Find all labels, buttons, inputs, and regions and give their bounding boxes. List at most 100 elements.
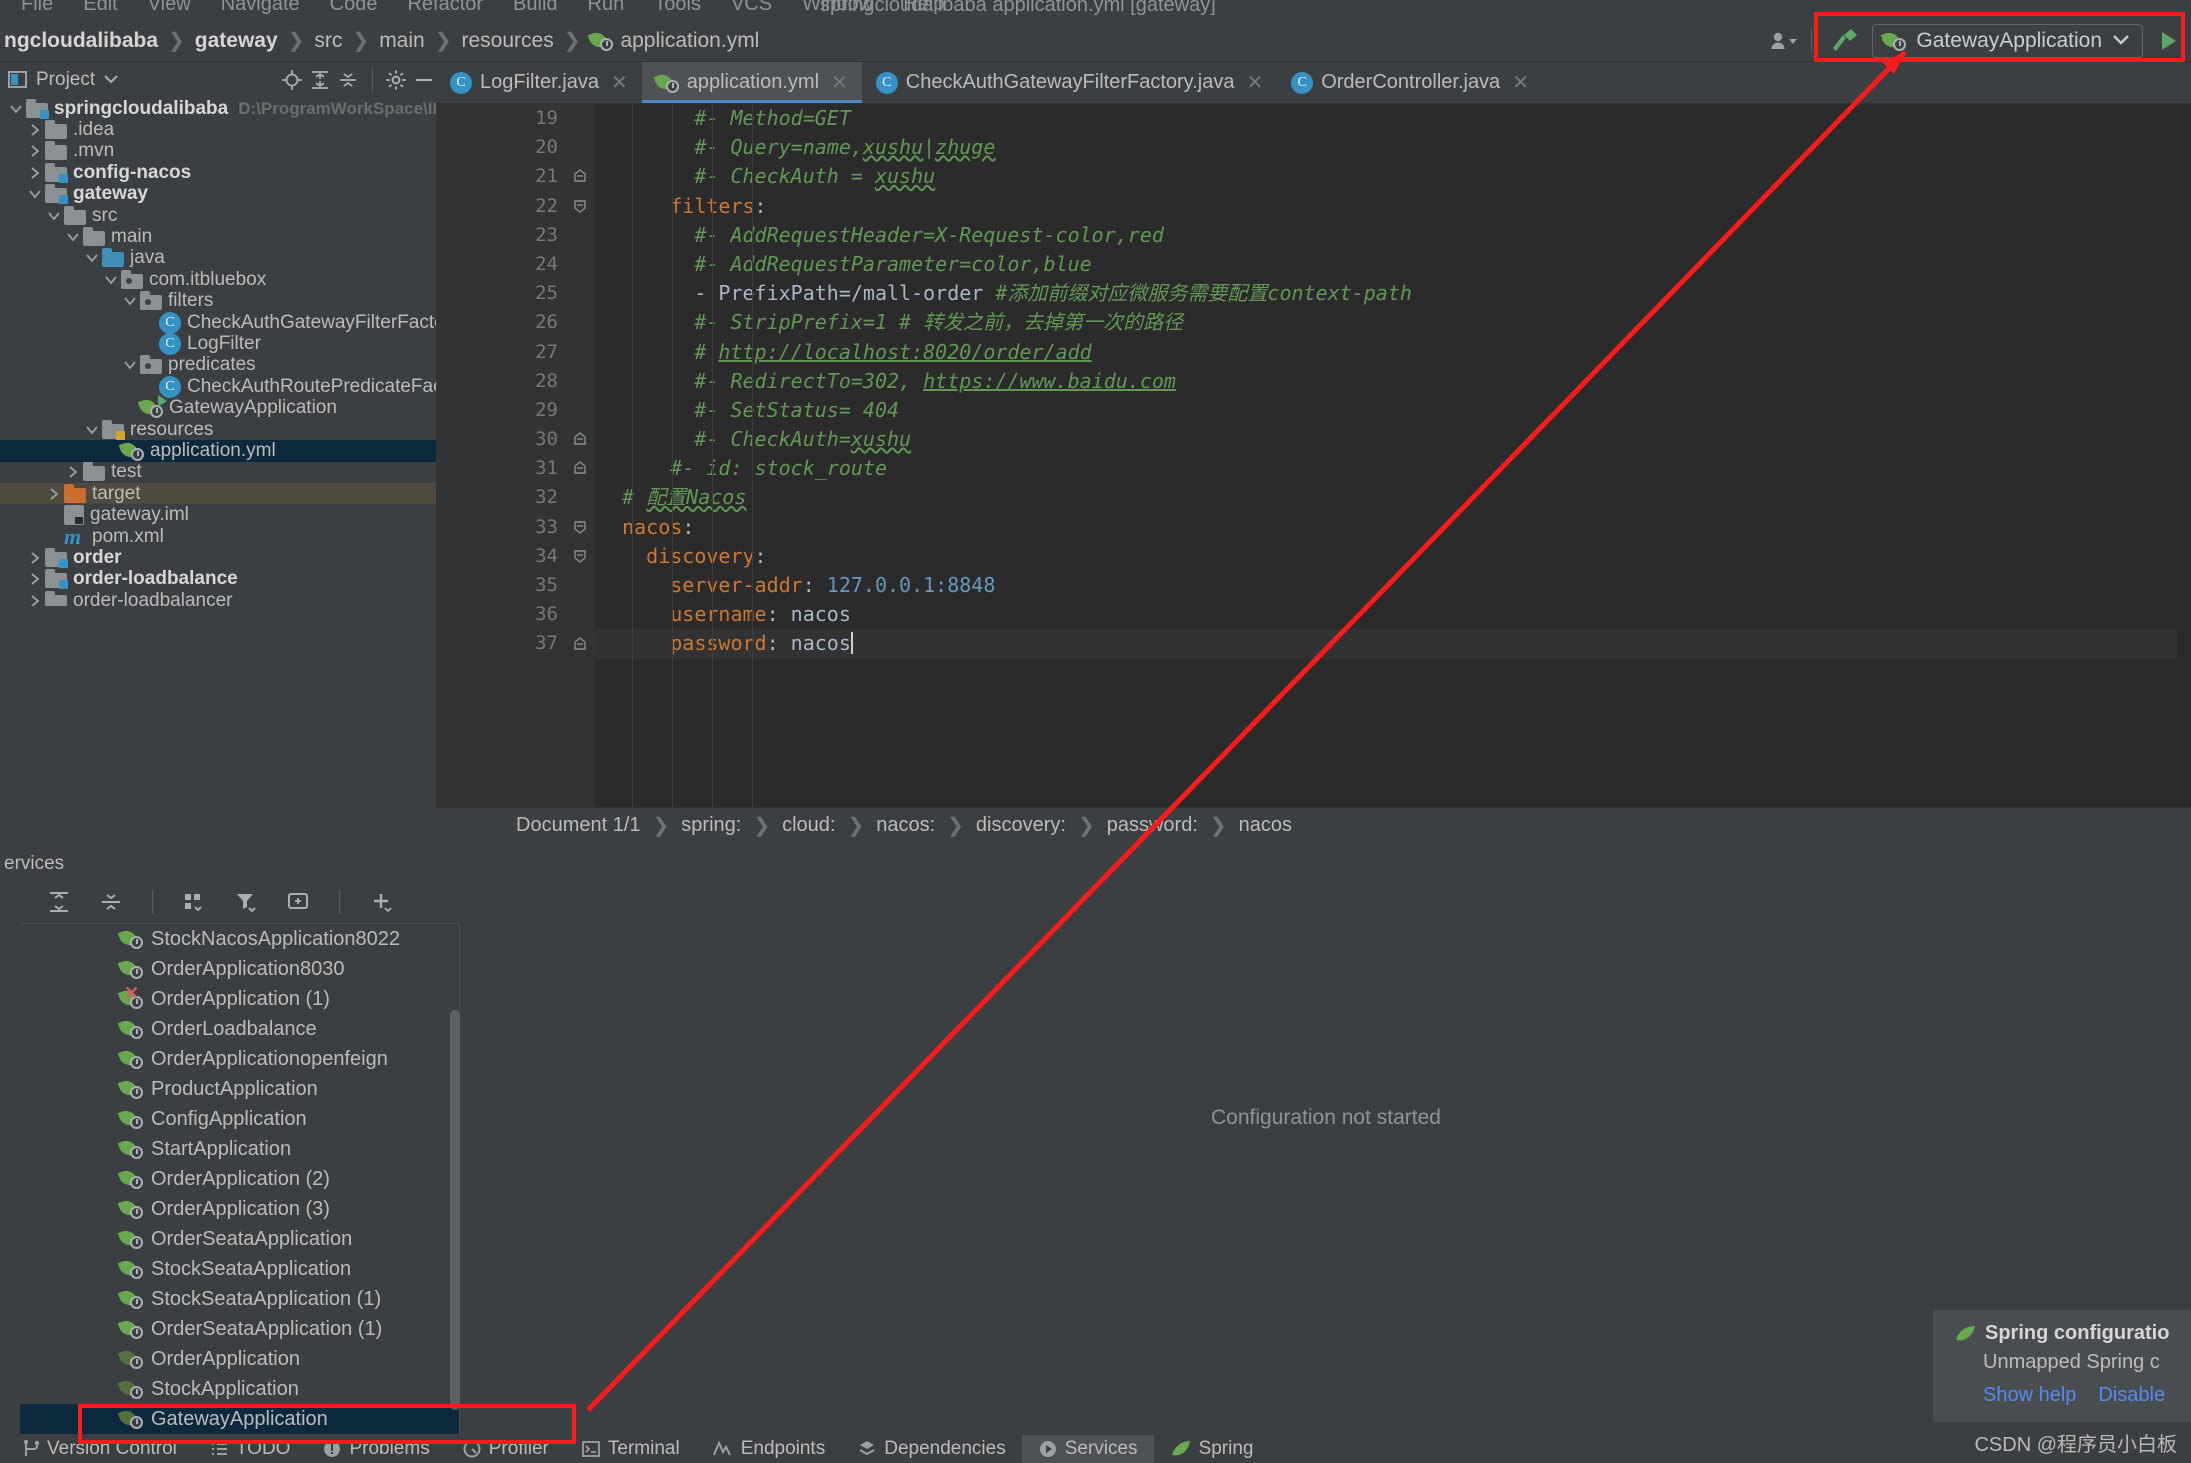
code-line[interactable]: #- Method=GET bbox=[594, 104, 2191, 133]
menu-item-vcs[interactable]: VCS bbox=[716, 0, 787, 14]
hide-panel-icon[interactable] bbox=[412, 64, 436, 96]
locate-icon[interactable] bbox=[280, 64, 304, 96]
settings-gear-icon[interactable] bbox=[384, 64, 408, 96]
chevron-down-icon[interactable] bbox=[120, 291, 140, 311]
fold-collapse-icon[interactable] bbox=[572, 548, 590, 566]
code-line[interactable]: #- RedirectTo=302, https://www.baidu.com bbox=[594, 367, 2191, 396]
chevron-right-icon[interactable] bbox=[44, 484, 64, 504]
service-item-stockapplication[interactable]: StockApplication bbox=[20, 1374, 459, 1404]
chevron-right-icon[interactable] bbox=[25, 569, 45, 589]
editor-tab-application-yml[interactable]: application.yml ✕ bbox=[641, 62, 862, 103]
fold-end-icon[interactable] bbox=[572, 636, 590, 654]
code-line[interactable]: server-addr: 127.0.0.1:8848 bbox=[594, 571, 2191, 600]
editor-breadcrumb[interactable]: Document 1/1 ❯ spring: ❯ cloud: ❯ nacos: ❯ disco… bbox=[436, 807, 2191, 843]
disable-link[interactable]: Disable bbox=[2098, 1384, 2165, 1407]
tree-item-test[interactable]: test bbox=[0, 461, 436, 483]
service-item-orderapplication8030[interactable]: OrderApplication8030 bbox=[20, 954, 459, 984]
project-tree[interactable]: springcloudalibaba D:\ProgramWorkSpace\ID… bbox=[0, 98, 436, 606]
code-line[interactable]: nacos: bbox=[594, 513, 2191, 542]
fold-end-icon[interactable] bbox=[572, 168, 590, 186]
editor-breadcrumb-item[interactable]: nacos bbox=[1239, 814, 1292, 837]
chevron-right-icon[interactable] bbox=[25, 548, 45, 568]
services-scrollbar[interactable] bbox=[450, 1010, 460, 1410]
editor-breadcrumb-item[interactable]: password: bbox=[1107, 814, 1198, 837]
menu-item-build[interactable]: Build bbox=[498, 0, 572, 14]
tree-item-gatewayapplication[interactable]: GatewayApplication bbox=[0, 395, 436, 418]
menu-item-view[interactable]: View bbox=[133, 0, 206, 14]
editor-tab-logfilter-java[interactable]: C LogFilter.java ✕ bbox=[436, 62, 642, 103]
tree-item-config-nacos[interactable]: config-nacos bbox=[0, 162, 436, 183]
build-hammer-icon[interactable] bbox=[1826, 25, 1864, 57]
service-item-productapplication[interactable]: ProductApplication bbox=[20, 1074, 459, 1104]
service-item-stockseataapplication[interactable]: StockSeataApplication bbox=[20, 1254, 459, 1284]
code-line[interactable]: # 配置Nacos bbox=[594, 483, 2191, 512]
close-icon[interactable]: ✕ bbox=[831, 70, 848, 95]
breadcrumb-project[interactable]: ngcloudalibaba bbox=[4, 29, 158, 53]
chevron-down-icon[interactable] bbox=[103, 71, 119, 89]
menu-item-navigate[interactable]: Navigate bbox=[206, 0, 315, 14]
service-item-startapplication[interactable]: StartApplication bbox=[20, 1134, 459, 1164]
tree-item-application-yml[interactable]: application.yml bbox=[0, 439, 436, 462]
editor-breadcrumb-item[interactable]: nacos: bbox=[876, 814, 935, 837]
statusbar-tab-terminal[interactable]: Terminal bbox=[565, 1435, 696, 1463]
breadcrumb-main[interactable]: main bbox=[379, 29, 425, 53]
chevron-right-icon[interactable] bbox=[25, 591, 45, 606]
close-icon[interactable]: ✕ bbox=[611, 70, 628, 95]
editor-breadcrumb-item[interactable]: Document 1/1 bbox=[516, 814, 641, 837]
menu-item-run[interactable]: Run bbox=[573, 0, 640, 14]
run-play-icon[interactable] bbox=[2149, 25, 2187, 57]
service-item-stockseataapplication-1-[interactable]: StockSeataApplication (1) bbox=[20, 1284, 459, 1314]
tree-item-logfilter[interactable]: C LogFilter bbox=[0, 333, 436, 355]
service-item-configapplication[interactable]: ConfigApplication bbox=[20, 1104, 459, 1134]
add-frame-icon[interactable] bbox=[279, 886, 317, 918]
chevron-down-icon[interactable] bbox=[82, 248, 102, 268]
fold-end-icon[interactable] bbox=[572, 431, 590, 449]
code-line[interactable]: #- AddRequestParameter=color,blue bbox=[594, 250, 2191, 279]
code-line[interactable]: #- Query=name,xushu|zhuge bbox=[594, 133, 2191, 162]
menu-item-refactor[interactable]: Refactor bbox=[392, 0, 498, 14]
chevron-down-icon[interactable] bbox=[25, 184, 45, 204]
code-line[interactable]: username: nacos bbox=[594, 600, 2191, 629]
editor-tab-ordercontroller-java[interactable]: C OrderController.java ✕ bbox=[1277, 62, 1543, 103]
statusbar-tab-dependencies[interactable]: Dependencies bbox=[841, 1435, 1021, 1463]
code-line[interactable]: filters: bbox=[594, 192, 2191, 221]
show-help-link[interactable]: Show help bbox=[1983, 1384, 2076, 1407]
menu-item-tools[interactable]: Tools bbox=[639, 0, 716, 14]
service-item-orderapplicationopenfeign[interactable]: OrderApplicationopenfeign bbox=[20, 1044, 459, 1074]
chevron-right-icon[interactable] bbox=[25, 163, 45, 183]
tree-item-filters[interactable]: filters bbox=[0, 290, 436, 312]
chevron-down-icon[interactable] bbox=[63, 227, 83, 247]
chevron-down-icon[interactable] bbox=[44, 206, 64, 226]
tree-item-order-loadbalancer[interactable]: order-loadbalancer bbox=[0, 590, 436, 606]
tree-item-src[interactable]: src bbox=[0, 205, 436, 226]
filter-icon[interactable] bbox=[227, 886, 265, 918]
code-line[interactable]: #- SetStatus= 404 bbox=[594, 396, 2191, 425]
collapse-all-icon[interactable] bbox=[336, 64, 360, 96]
run-config-selector[interactable]: GatewayApplication bbox=[1872, 24, 2143, 58]
code-line[interactable]: discovery: bbox=[594, 542, 2191, 571]
service-item-gatewayapplication[interactable]: GatewayApplication bbox=[20, 1404, 459, 1434]
chevron-right-icon[interactable] bbox=[63, 462, 83, 482]
chevron-down-icon[interactable] bbox=[120, 355, 140, 375]
code-line[interactable]: #- CheckAuth=xushu bbox=[594, 425, 2191, 454]
editor-breadcrumb-item[interactable]: spring: bbox=[681, 814, 741, 837]
group-icon[interactable] bbox=[175, 886, 213, 918]
expand-all-icon[interactable] bbox=[40, 886, 78, 918]
close-icon[interactable]: ✕ bbox=[1246, 70, 1263, 95]
breadcrumb-resources[interactable]: resources bbox=[461, 29, 553, 53]
status-bar[interactable]: Version Control TODO Problems Profiler Termi… bbox=[0, 1435, 2191, 1463]
statusbar-tab-todo[interactable]: TODO bbox=[193, 1435, 307, 1463]
user-profile-icon[interactable] bbox=[1765, 25, 1803, 57]
tree-item-springcloudalibaba[interactable]: springcloudalibaba D:\ProgramWorkSpace\ID… bbox=[0, 98, 436, 119]
code-line[interactable]: #- AddRequestHeader=X-Request-color,red bbox=[594, 221, 2191, 250]
expand-all-icon[interactable] bbox=[308, 64, 332, 96]
service-item-orderloadbalance[interactable]: OrderLoadbalance bbox=[20, 1014, 459, 1044]
service-item-orderapplication-3-[interactable]: OrderApplication (3) bbox=[20, 1194, 459, 1224]
fold-end-icon[interactable] bbox=[572, 460, 590, 478]
menu-item-edit[interactable]: Edit bbox=[68, 0, 132, 14]
editor-scrollbar[interactable] bbox=[2177, 104, 2191, 807]
breadcrumb-gateway[interactable]: gateway bbox=[195, 29, 278, 53]
service-item-orderseataapplication-1-[interactable]: OrderSeataApplication (1) bbox=[20, 1314, 459, 1344]
breadcrumb-src[interactable]: src bbox=[314, 29, 342, 53]
code-content[interactable]: #- Method=GET #- Query=name,xushu|zhuge … bbox=[594, 104, 2191, 807]
